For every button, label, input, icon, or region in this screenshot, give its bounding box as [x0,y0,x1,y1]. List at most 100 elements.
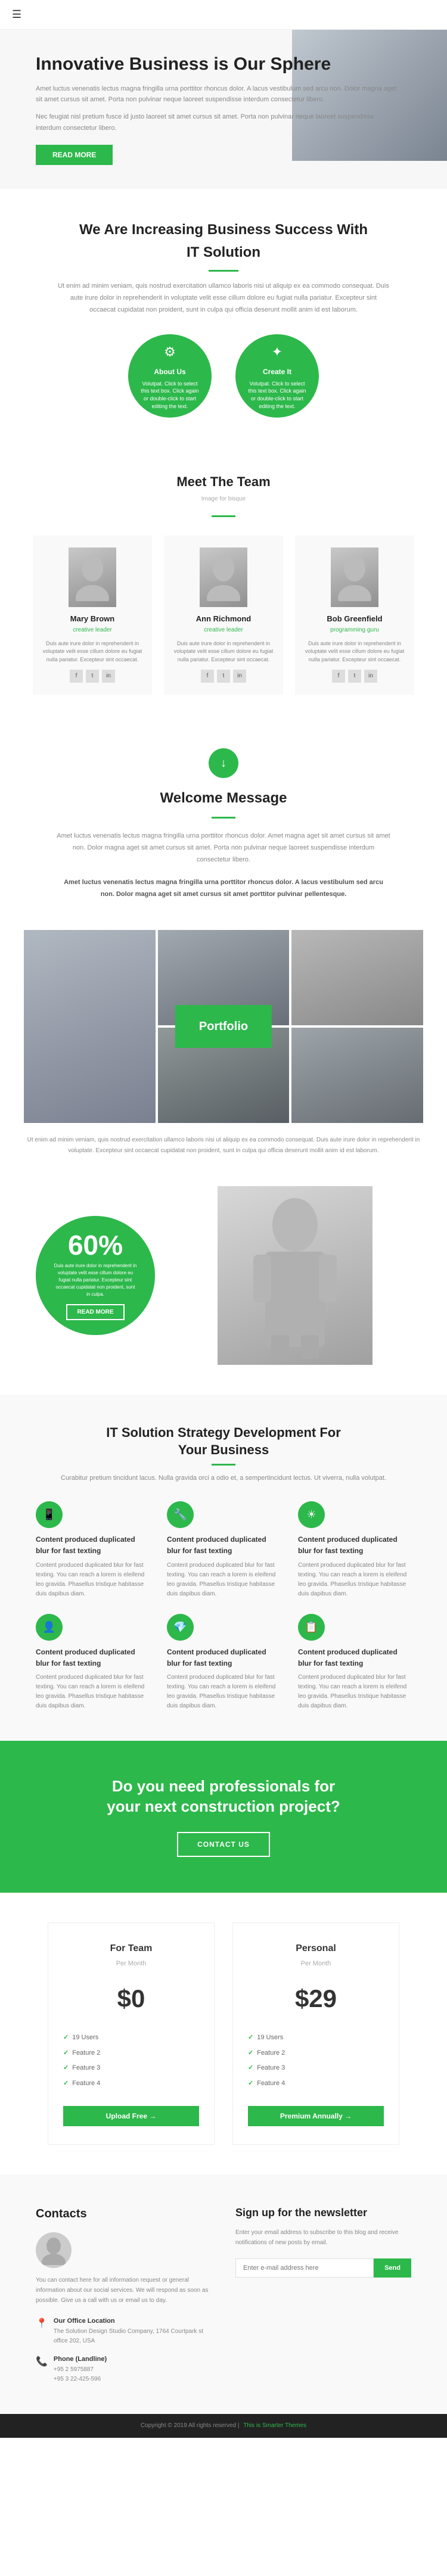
team-name-ann: Ann Richmond [173,613,274,626]
it-text-5: Content produced duplicated blur for fas… [298,1673,411,1711]
navbar: ☰ [0,0,447,30]
pricing-price-free: $0 [63,1978,199,2018]
newsletter-subtitle: Enter your email address to subscribe to… [235,2227,411,2248]
it-text-0: Content produced duplicated blur for fas… [36,1561,149,1599]
team-photo-bob [331,547,378,607]
team-social-mary: f t in [42,670,143,683]
it-item-3: 👤 Content produced duplicated blur for f… [36,1614,149,1711]
pricing-feature-paid-1: ✓19 Users [248,2030,384,2046]
address-title: Our Office Location [54,2316,212,2327]
pricing-card-free: For Team Per Month $0 ✓19 Users ✓Feature… [48,1922,215,2145]
it-item-2: ☀ Content produced duplicated blur for f… [298,1501,411,1598]
phone-icon: 📞 [36,2354,48,2370]
it-title-1: Content produced duplicated blur for fas… [167,1534,280,1557]
team-desc-mary: Duis aute irure dolor in reprehenderit i… [42,640,143,664]
it-icon-1: 🔧 [167,1501,194,1528]
phone-text: +95 2 5975887 +95 3 22-425-596 [54,2365,107,2384]
it-item-1: 🔧 Content produced duplicated blur for f… [167,1501,280,1598]
it-title-4: Content produced duplicated blur for fas… [167,1647,280,1669]
contacts-col: Contacts You can contact here for all in… [36,2204,212,2384]
team-card-ann: Ann Richmond creative leader Duis aute i… [164,536,283,695]
team-desc-bob: Duis aute irure dolor in reprehenderit i… [304,640,405,664]
it-icon-2: ☀ [298,1501,325,1528]
hamburger-icon[interactable]: ☰ [12,6,21,23]
twitter-icon-bob[interactable]: t [348,670,361,683]
business-title: We Are Increasing Business Success With … [74,219,372,265]
create-it-card[interactable]: ✦ Create It Volutpat. Click to select th… [235,334,319,418]
pricing-features-free: ✓19 Users ✓Feature 2 ✓Feature 3 ✓Feature… [63,2030,199,2091]
pricing-feature-free-3: ✓Feature 3 [63,2061,199,2076]
create-it-icon: ✦ [272,341,283,362]
it-text-2: Content produced duplicated blur for fas… [298,1561,411,1599]
it-item-5: 📋 Content produced duplicated blur for f… [298,1614,411,1711]
pricing-price-paid: $29 [248,1978,384,2018]
stats-percent: 60% [68,1231,123,1259]
business-section: We Are Increasing Business Success With … [0,189,447,447]
stats-person-photo [179,1186,411,1365]
instagram-icon-bob[interactable]: in [364,670,377,683]
contact-phone: 📞 Phone (Landline) +95 2 5975887 +95 3 2… [36,2354,212,2384]
pricing-feature-paid-3: ✓Feature 3 [248,2061,384,2076]
about-us-label: About Us [154,366,185,378]
it-title-3: Content produced duplicated blur for fas… [36,1647,149,1669]
contact-avatar [36,2232,72,2268]
footer-text: Copyright © 2019 All rights reserved | [141,2422,240,2429]
hero-read-more-button[interactable]: READ MORE [36,145,113,165]
it-icon-4: 💎 [167,1614,194,1641]
portfolio-image-5 [291,1028,423,1123]
pricing-plan-free: For Team [63,1941,199,1956]
address-text: The Solution Design Studio Company, 1764… [54,2327,212,2346]
title-divider [209,270,238,272]
pricing-period-paid: Per Month [248,1959,384,1970]
cta-contact-button[interactable]: CONTACT US [177,1832,270,1857]
welcome-bold-text: Amet luctus venenatis lectus magna fring… [57,877,390,901]
team-role-ann: creative leader [173,626,274,635]
it-text-3: Content produced duplicated blur for fas… [36,1673,149,1711]
it-title-5: Content produced duplicated blur for fas… [298,1647,411,1669]
facebook-icon-ann[interactable]: f [201,670,214,683]
facebook-icon-mary[interactable]: f [70,670,83,683]
portfolio-overlay[interactable]: Portfolio [175,1005,272,1048]
hero-subtitle-1: Amet luctus venenatis lectus magna fring… [36,83,399,105]
pricing-row: For Team Per Month $0 ✓19 Users ✓Feature… [36,1922,411,2145]
team-role-bob: programming guru [304,626,405,635]
it-icon-5: 📋 [298,1614,325,1641]
pricing-features-paid: ✓19 Users ✓Feature 2 ✓Feature 3 ✓Feature… [248,2030,384,2091]
instagram-icon-ann[interactable]: in [233,670,246,683]
stats-circle: 60% Duis aute irure dolor in reprehender… [36,1216,155,1335]
contacts-section: Contacts You can contact here for all in… [0,2174,447,2413]
hero-section: Innovative Business is Our Sphere Amet l… [0,30,447,189]
newsletter-col: Sign up for the newsletter Enter your em… [235,2204,411,2384]
create-it-desc: Volutpat. Click to select this text box.… [246,380,308,410]
location-icon: 📍 [36,2316,48,2332]
contact-address: 📍 Our Office Location The Solution Desig… [36,2316,212,2346]
facebook-icon-bob[interactable]: f [332,670,345,683]
footer-link[interactable]: This is Smarter Themes [243,2422,306,2429]
twitter-icon-ann[interactable]: t [217,670,230,683]
it-text-1: Content produced duplicated blur for fas… [167,1561,280,1599]
newsletter-submit-button[interactable]: Send [374,2258,411,2278]
itsolution-section: IT Solution Strategy Development For You… [0,1395,447,1741]
pricing-btn-free[interactable]: Upload Free → [63,2106,199,2126]
newsletter-input[interactable] [235,2258,374,2278]
itsolution-grid: 📱 Content produced duplicated blur for f… [36,1501,411,1711]
pricing-card-paid: Personal Per Month $29 ✓19 Users ✓Featur… [232,1922,399,2145]
newsletter-title: Sign up for the newsletter [235,2204,411,2222]
pricing-btn-paid[interactable]: Premium Annually → [248,2106,384,2126]
itsolution-title: IT Solution Strategy Development For You… [104,1424,343,1458]
it-title-2: Content produced duplicated blur for fas… [298,1534,411,1557]
contact-text: You can contact here for all information… [36,2275,212,2306]
pricing-feature-free-1: ✓19 Users [63,2030,199,2046]
it-item-4: 💎 Content produced duplicated blur for f… [167,1614,280,1711]
hero-subtitle-2: Nec feugiat nisl pretium fusce id justo … [36,111,399,133]
welcome-text: Amet luctus venenatis lectus magna fring… [57,830,390,866]
about-us-card[interactable]: ⚙ About Us Volutpat. Click to select thi… [128,334,212,418]
stats-read-more-button[interactable]: READ MORE [66,1304,124,1320]
phone-title: Phone (Landline) [54,2354,107,2365]
instagram-icon-mary[interactable]: in [102,670,115,683]
twitter-icon-mary[interactable]: t [86,670,99,683]
team-role-mary: creative leader [42,626,143,635]
welcome-icon: ↓ [209,748,238,778]
pricing-period-free: Per Month [63,1959,199,1970]
portfolio-caption: Ut enim ad minim veniam, quis nostrud ex… [24,1135,423,1156]
